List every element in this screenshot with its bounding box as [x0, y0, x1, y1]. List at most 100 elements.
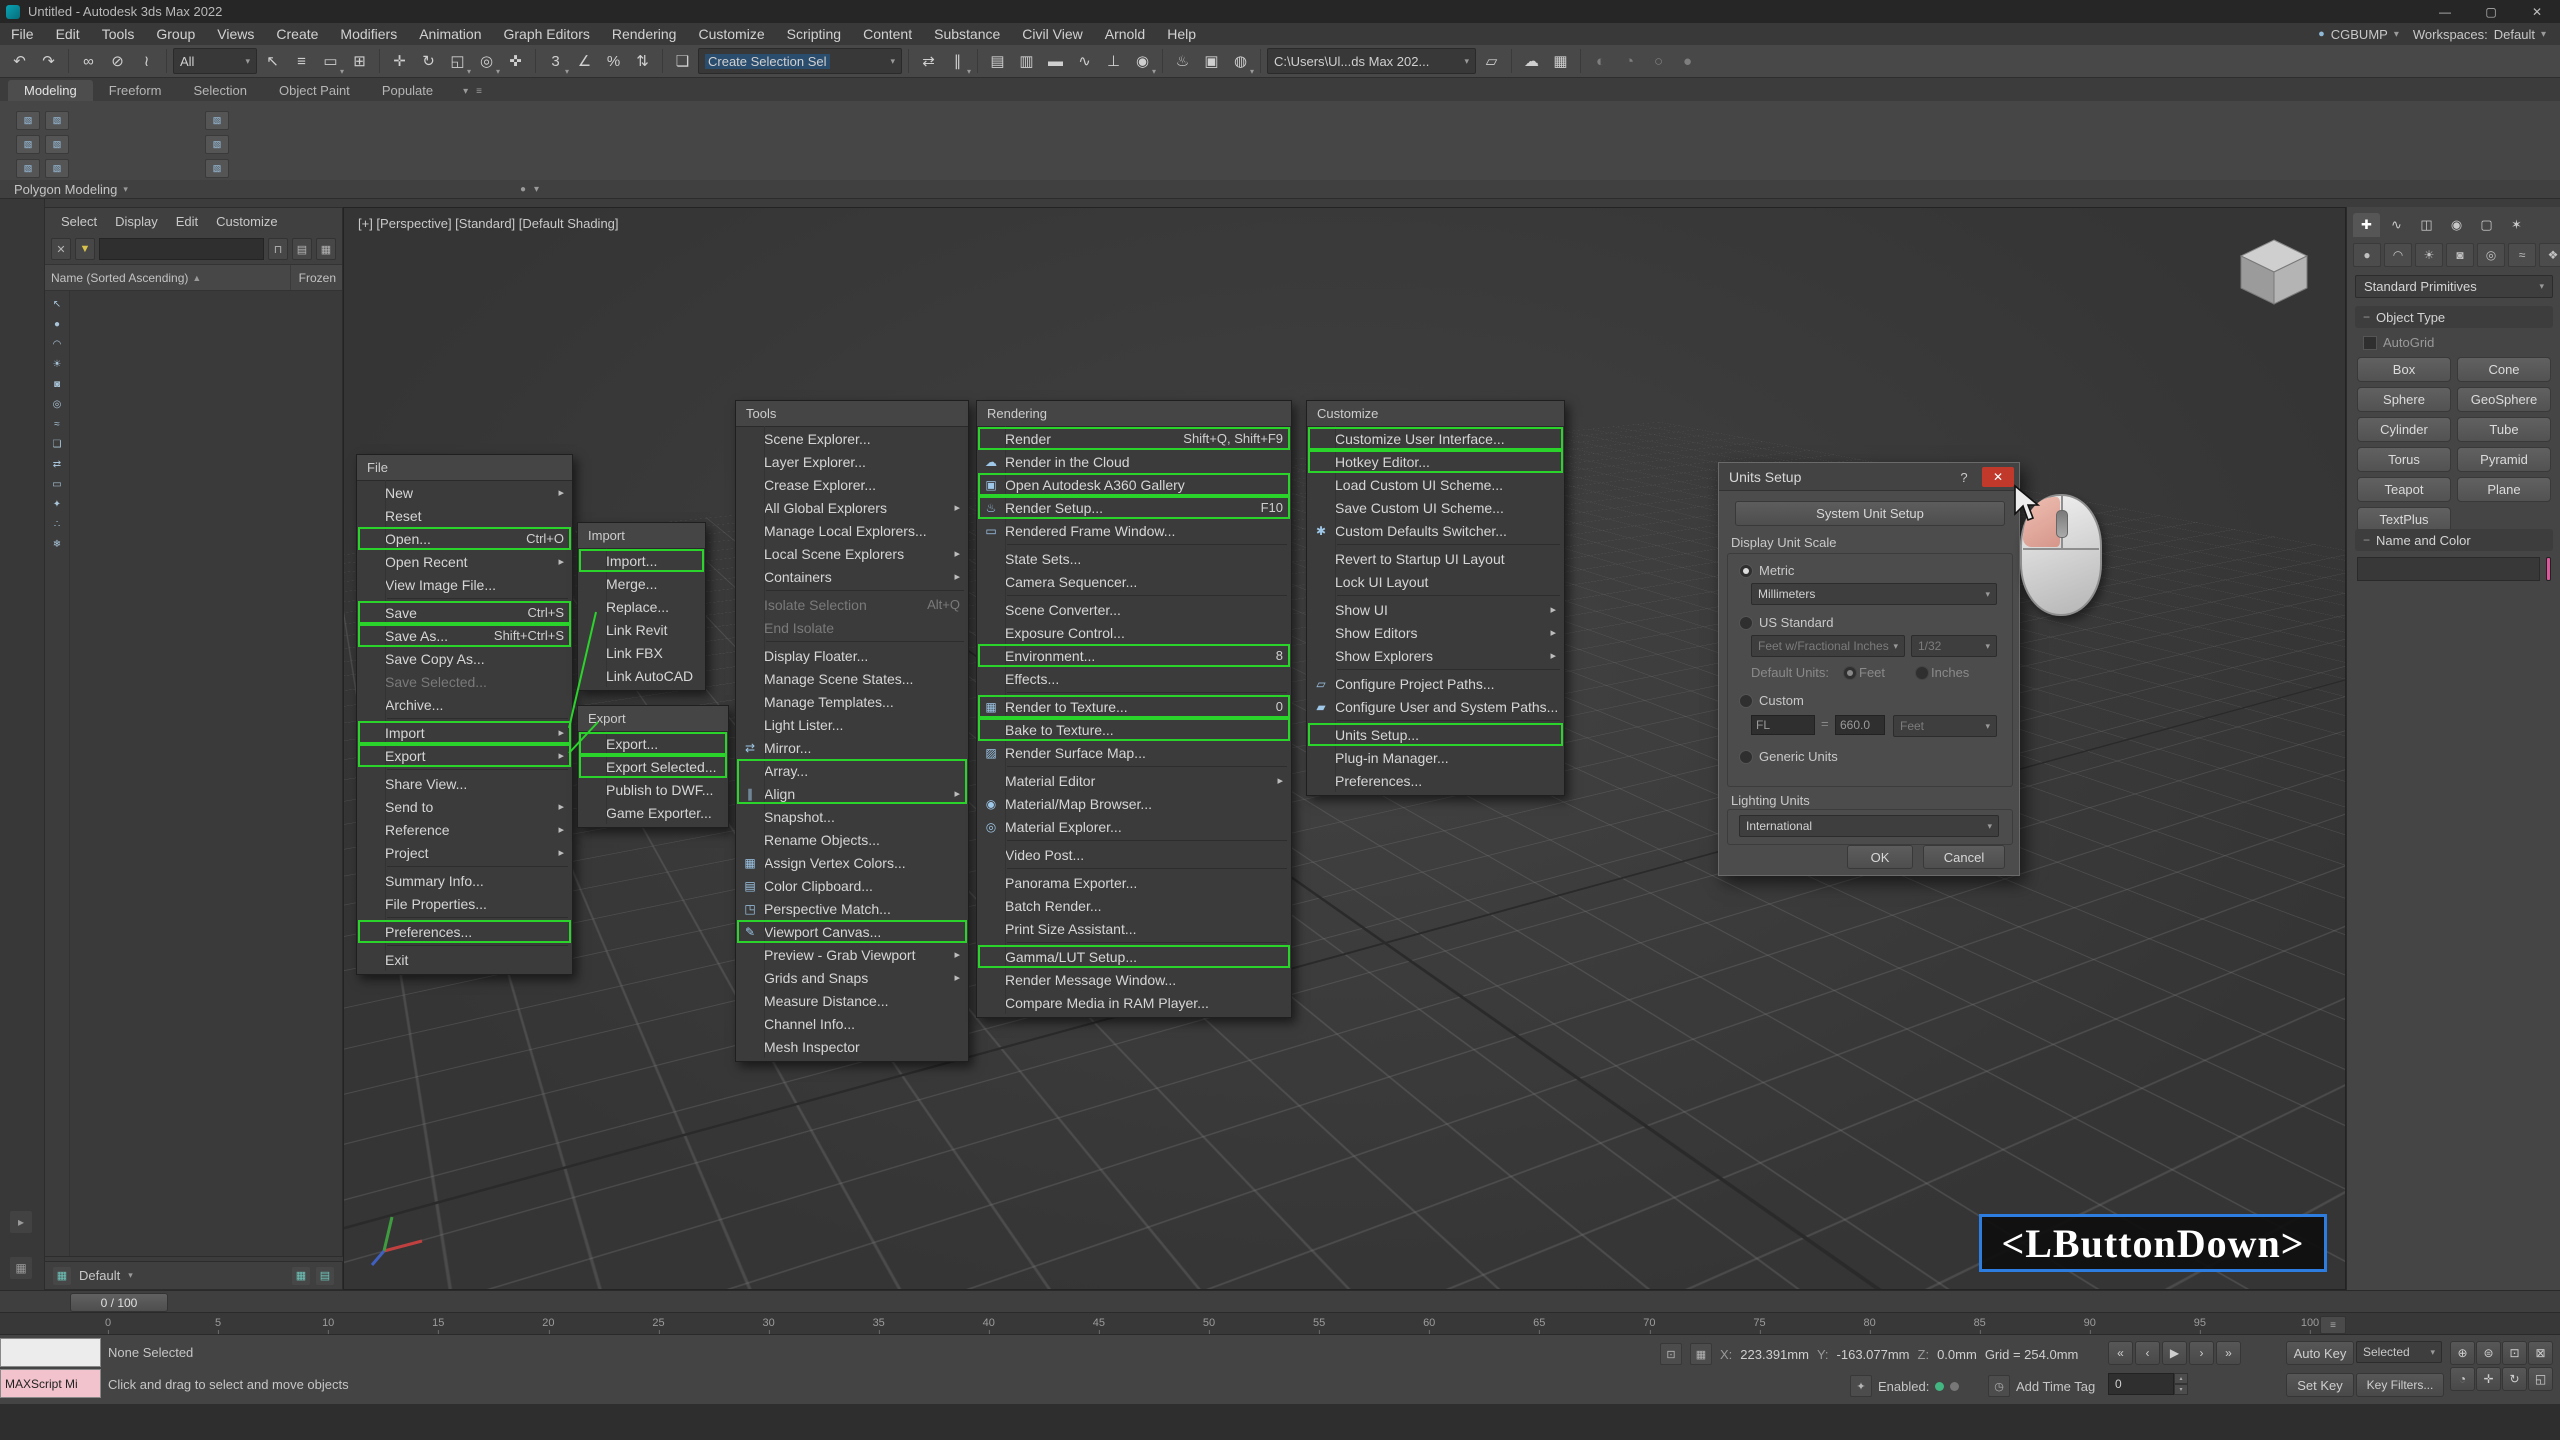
- explorer-menu-select[interactable]: Select: [53, 212, 105, 231]
- timeline-tick[interactable]: 100: [2301, 1317, 2319, 1329]
- menu-item-open-autodesk-a360-gallery[interactable]: ▣Open Autodesk A360 Gallery: [977, 473, 1291, 496]
- percent-snap-icon[interactable]: %: [600, 48, 627, 75]
- timeline-tick[interactable]: 60: [1423, 1317, 1435, 1329]
- ok-button[interactable]: OK: [1847, 845, 1913, 869]
- project-folder-icon[interactable]: ▱: [1478, 48, 1505, 75]
- bind-to-space-warp-icon[interactable]: ≀: [133, 48, 160, 75]
- unlink-selection-icon[interactable]: ⊘: [104, 48, 131, 75]
- cancel-button[interactable]: Cancel: [1923, 845, 2005, 869]
- toggle-ribbon-icon[interactable]: ▬: [1042, 48, 1069, 75]
- set-key-button[interactable]: Set Key: [2286, 1373, 2354, 1397]
- layout-option-1-icon[interactable]: ▦: [292, 1267, 310, 1285]
- zoom-extents-icon[interactable]: ⊡: [2502, 1341, 2527, 1365]
- menu-item-manage-scene-states[interactable]: Manage Scene States...: [736, 667, 968, 690]
- render-sphere-2-icon[interactable]: ◔: [1616, 48, 1643, 75]
- menu-item-file-properties[interactable]: File Properties...: [357, 892, 572, 915]
- render-production-icon[interactable]: ◍▾: [1227, 48, 1254, 75]
- selection-set-dropdown[interactable]: Selected ▾: [2356, 1341, 2442, 1363]
- menu-item-project[interactable]: Project▸: [357, 841, 572, 864]
- named-selection-sets-combo[interactable]: Create Selection Sel▾: [698, 48, 902, 74]
- display-geometry-icon[interactable]: ●: [48, 315, 66, 333]
- menu-item-render-setup[interactable]: ♨Render Setup...F10: [977, 496, 1291, 519]
- metric-unit-dropdown[interactable]: Millimeters ▾: [1751, 583, 1997, 605]
- ribbon-tool-icon[interactable]: ▧: [205, 159, 229, 178]
- menu-item-rename-objects[interactable]: Rename Objects...: [736, 828, 968, 851]
- menu-item-load-custom-ui-scheme[interactable]: Load Custom UI Scheme...: [1307, 473, 1564, 496]
- maximize-viewport-icon[interactable]: ◱: [2528, 1367, 2553, 1391]
- timeline-tick[interactable]: 5: [215, 1317, 221, 1329]
- redo-icon[interactable]: ↷: [35, 48, 62, 75]
- timeline-tick[interactable]: 70: [1643, 1317, 1655, 1329]
- y-coordinate[interactable]: -163.077mm: [1837, 1347, 1910, 1362]
- mirror-icon[interactable]: ⇄: [915, 48, 942, 75]
- menu-item-archive[interactable]: Archive...: [357, 693, 572, 716]
- menu-item-state-sets[interactable]: State Sets...: [977, 547, 1291, 570]
- menu-item-units-setup[interactable]: Units Setup...: [1307, 723, 1564, 746]
- lighting-units-dropdown[interactable]: International ▾: [1739, 815, 1999, 837]
- ribbon-tab-selection[interactable]: Selection: [178, 80, 263, 101]
- menu-item-snapshot[interactable]: Snapshot...: [736, 805, 968, 828]
- object-color-swatch[interactable]: [2546, 557, 2551, 581]
- menu-item-grids-and-snaps[interactable]: Grids and Snaps▸: [736, 966, 968, 989]
- toggle-layer-explorer-icon[interactable]: ▥: [1013, 48, 1040, 75]
- menu-item-render-to-texture[interactable]: ▦Render to Texture...0: [977, 695, 1291, 718]
- selection-lock-icon[interactable]: ⊡: [1660, 1343, 1682, 1365]
- display-frozen-icon[interactable]: ❄: [48, 535, 66, 553]
- object-button-cone[interactable]: Cone: [2457, 357, 2551, 382]
- ribbon-tool-icon[interactable]: ▧: [205, 111, 229, 130]
- menu-item-video-post[interactable]: Video Post...: [977, 843, 1291, 866]
- menu-item-show-explorers[interactable]: Show Explorers▸: [1307, 644, 1564, 667]
- menu-item-effects[interactable]: Effects...: [977, 667, 1291, 690]
- object-button-teapot[interactable]: Teapot: [2357, 477, 2451, 502]
- menu-item-measure-distance[interactable]: Measure Distance...: [736, 989, 968, 1012]
- tab-display-icon[interactable]: ▢: [2473, 213, 2500, 237]
- track-bar[interactable]: 0510152025303540455055606570758085909510…: [0, 1312, 2560, 1335]
- frozen-column-label[interactable]: Frozen: [290, 265, 336, 290]
- timeline-tick[interactable]: 95: [2194, 1317, 2206, 1329]
- menu-item-replace[interactable]: Replace...: [578, 595, 705, 618]
- menu-item-preferences[interactable]: Preferences...: [1307, 769, 1564, 792]
- zoom-extents-all-icon[interactable]: ⊠: [2528, 1341, 2553, 1365]
- render-sphere-4-icon[interactable]: ●: [1674, 48, 1701, 75]
- key-filters-button[interactable]: Key Filters...: [2356, 1373, 2444, 1397]
- menu-item-camera-sequencer[interactable]: Camera Sequencer...: [977, 570, 1291, 593]
- menu-item-light-lister[interactable]: Light Lister...: [736, 713, 968, 736]
- menu-item-show-ui[interactable]: Show UI▸: [1307, 598, 1564, 621]
- menu-item-display-floater[interactable]: Display Floater...: [736, 644, 968, 667]
- toggle-scene-explorer-icon[interactable]: ▤: [984, 48, 1011, 75]
- select-and-rotate-icon[interactable]: ↻: [415, 48, 442, 75]
- display-space-warps-icon[interactable]: ≈: [48, 415, 66, 433]
- object-button-pyramid[interactable]: Pyramid: [2457, 447, 2551, 472]
- menu-item-plug-in-manager[interactable]: Plug-in Manager...: [1307, 746, 1564, 769]
- menu-item-open-recent[interactable]: Open Recent▸: [357, 550, 572, 573]
- sort-column-label[interactable]: Name (Sorted Ascending): [51, 271, 188, 285]
- menubar-civil-view[interactable]: Civil View: [1011, 23, 1093, 45]
- category-space-warps-icon[interactable]: ≈: [2508, 243, 2536, 267]
- time-slider[interactable]: 0 / 100: [0, 1290, 2560, 1313]
- project-path-dropdown[interactable]: C:\Users\Ul...ds Max 202...▾: [1267, 48, 1476, 74]
- timeline-tick[interactable]: 55: [1313, 1317, 1325, 1329]
- minimize-button[interactable]: —: [2422, 0, 2468, 23]
- ribbon-tab-object-paint[interactable]: Object Paint: [263, 80, 366, 101]
- menu-item-gamma-lut-setup[interactable]: Gamma/LUT Setup...: [977, 945, 1291, 968]
- category-cameras-icon[interactable]: ◙: [2446, 243, 2474, 267]
- display-bones-icon[interactable]: ✦: [48, 495, 66, 513]
- category-systems-icon[interactable]: ❖: [2539, 243, 2560, 267]
- menubar-group[interactable]: Group: [145, 23, 206, 45]
- menubar-animation[interactable]: Animation: [408, 23, 492, 45]
- menubar-help[interactable]: Help: [1156, 23, 1207, 45]
- custom-radio[interactable]: [1739, 694, 1753, 708]
- menu-item-publish-to-dwf[interactable]: Publish to DWF...: [578, 778, 728, 801]
- menubar-create[interactable]: Create: [265, 23, 329, 45]
- menu-item-reset[interactable]: Reset: [357, 504, 572, 527]
- menu-item-render[interactable]: RenderShift+Q, Shift+F9: [977, 427, 1291, 450]
- orbit-icon[interactable]: ↻: [2502, 1367, 2527, 1391]
- menubar-views[interactable]: Views: [206, 23, 265, 45]
- schematic-view-icon[interactable]: ⊥: [1100, 48, 1127, 75]
- menu-item-material-editor[interactable]: Material Editor▸: [977, 769, 1291, 792]
- menu-item-scene-explorer[interactable]: Scene Explorer...: [736, 427, 968, 450]
- select-by-name-icon[interactable]: ≡: [288, 48, 315, 75]
- menubar-modifiers[interactable]: Modifiers: [329, 23, 408, 45]
- polygon-modeling-strip[interactable]: Polygon Modeling ▾ ● ▾: [0, 180, 2560, 199]
- open-mini-curve-editor-icon[interactable]: ≡: [2320, 1316, 2346, 1334]
